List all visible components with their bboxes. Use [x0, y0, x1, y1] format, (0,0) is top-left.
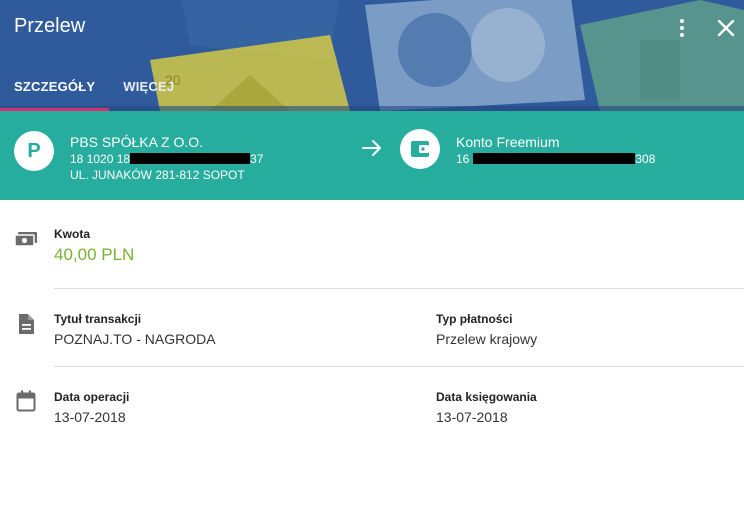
- arrow-right-icon: [361, 139, 383, 162]
- amount-field: Kwota 40,00 PLN: [54, 226, 134, 265]
- menu-dot: [680, 19, 684, 23]
- menu-dot: [680, 33, 684, 37]
- receiver-avatar: [400, 129, 440, 169]
- type-value: Przelew krajowy: [436, 331, 538, 347]
- receiver-account: 16 308: [456, 151, 655, 167]
- sender-details: PBS SPÓŁKA Z O.O. 18 1020 18 37 UL. JUNAK…: [70, 133, 263, 183]
- menu-dot: [680, 26, 684, 30]
- receiver-account-prefix: 16: [456, 152, 470, 166]
- booking-date-label: Data księgowania: [436, 390, 537, 404]
- title-label: Tytuł transakcji: [54, 312, 142, 326]
- sender-name: PBS SPÓŁKA Z O.O.: [70, 134, 204, 150]
- type-field: Typ płatności Przelew krajowy: [436, 311, 537, 349]
- sender-address: UL. JUNAKÓW 281-812 SOPOT: [70, 168, 245, 182]
- sender-account: 18 1020 18 37: [70, 151, 263, 167]
- sender-account-prefix: 18 1020 18: [70, 152, 131, 166]
- operation-date-label: Data operacji: [54, 390, 130, 404]
- document-icon-glyph: [19, 314, 34, 334]
- divider: [54, 288, 744, 289]
- operation-date-field: Data operacji 13-07-2018: [54, 389, 129, 427]
- type-label: Typ płatności: [436, 312, 513, 326]
- tab-bar: SZCZEGÓŁY WIĘCEJ: [0, 72, 188, 111]
- tab-details[interactable]: SZCZEGÓŁY: [0, 72, 110, 111]
- booking-date-value: 13-07-2018: [436, 409, 508, 425]
- more-vertical-icon[interactable]: [670, 14, 694, 42]
- wallet-icon: [411, 141, 429, 157]
- calendar-icon-glyph: [16, 390, 36, 412]
- receiver-details: Konto Freemium 16 308: [456, 133, 655, 167]
- money-icon: [14, 229, 38, 254]
- receiver-account-suffix: 308: [635, 152, 656, 166]
- divider: [54, 366, 744, 367]
- arrow-right-glyph: [362, 140, 381, 156]
- close-icon-glyph: [717, 19, 735, 37]
- title-field: Tytuł transakcji POZNAJ.TO - NAGRODA: [54, 311, 216, 349]
- transfer-band: P PBS SPÓŁKA Z O.O. 18 1020 18 37 UL. JUN…: [0, 111, 744, 200]
- calendar-icon: [16, 390, 36, 417]
- page-title: Przelew: [14, 15, 86, 37]
- title-value: POZNAJ.TO - NAGRODA: [54, 331, 216, 347]
- receiver-name: Konto Freemium: [456, 134, 560, 150]
- sender-avatar: P: [14, 131, 54, 171]
- document-icon: [17, 313, 35, 340]
- sender-account-suffix: 37: [250, 152, 264, 166]
- header: 20 Przelew SZCZEGÓŁY WIĘCEJ: [0, 0, 744, 111]
- booking-date-field: Data księgowania 13-07-2018: [436, 389, 537, 427]
- tab-more[interactable]: WIĘCEJ: [109, 72, 188, 111]
- close-icon[interactable]: [712, 14, 740, 42]
- money-icon-glyph: [14, 232, 37, 247]
- sender-initial: P: [27, 139, 41, 162]
- redaction-bar: [130, 153, 251, 164]
- amount-label: Kwota: [54, 227, 90, 241]
- redaction-bar: [473, 153, 636, 164]
- amount-value: 40,00 PLN: [54, 245, 135, 264]
- operation-date-value: 13-07-2018: [54, 409, 126, 425]
